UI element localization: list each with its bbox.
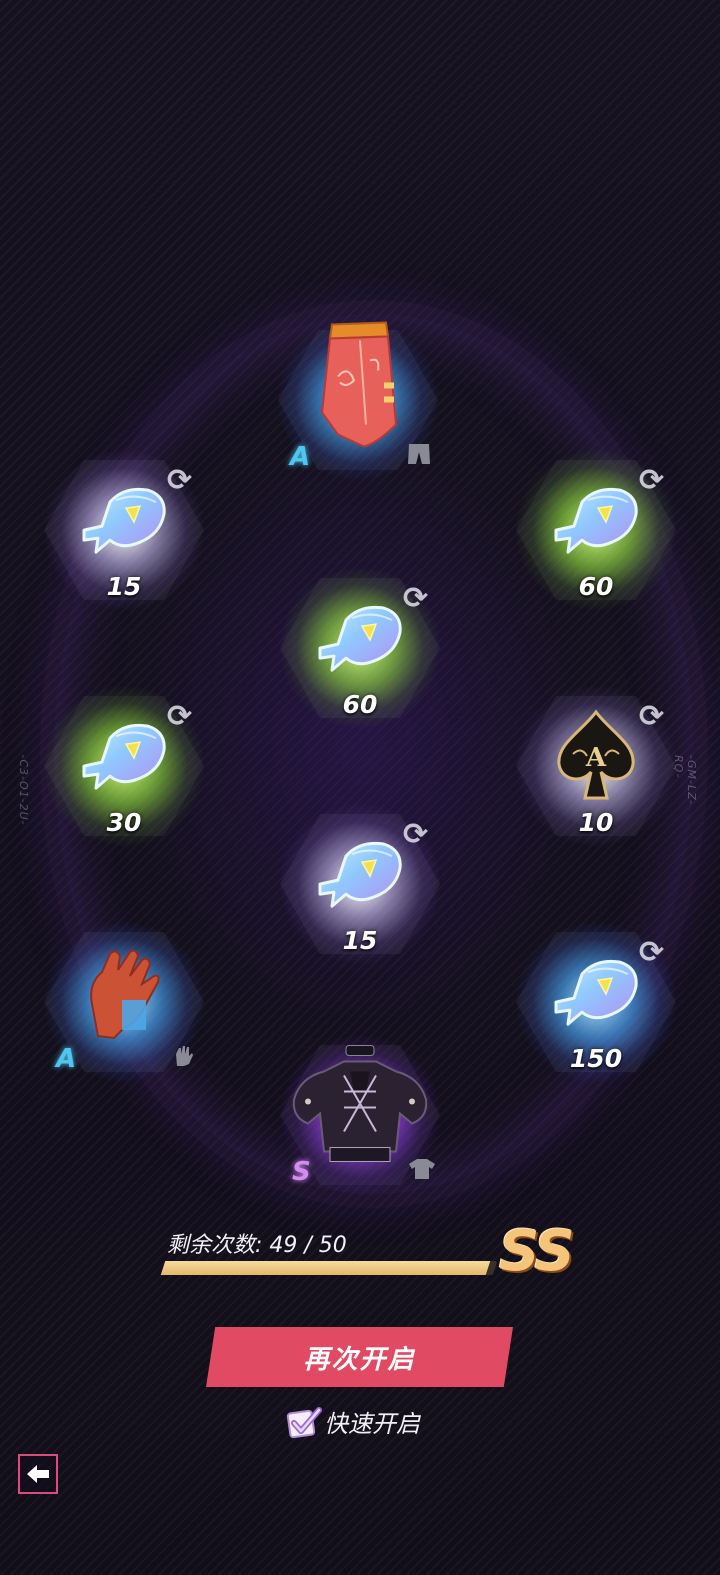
quick-open-label: 快速开启	[324, 1409, 420, 1438]
item-quantity: 150	[569, 1044, 623, 1073]
fish-icon	[312, 598, 408, 684]
refresh-icon[interactable]: ⟳	[639, 702, 664, 732]
open-again-button[interactable]: 再次开启	[206, 1327, 513, 1387]
item-quantity: 60	[342, 690, 378, 719]
back-button[interactable]	[18, 1454, 58, 1494]
skirt-icon	[308, 316, 408, 460]
pants-icon	[406, 442, 432, 470]
item-quantity: 60	[578, 572, 614, 601]
ace-spade-icon: A	[551, 708, 641, 808]
draw-status: 剩余次数: 49 / 50 SS	[160, 1219, 575, 1285]
fish-icon	[312, 834, 408, 920]
refresh-icon[interactable]: ⟳	[167, 466, 192, 496]
reward-slot-skirt[interactable]: A	[258, 300, 458, 500]
reward-slot-fish-top-right[interactable]: 60 ⟳	[496, 430, 696, 630]
quick-open-toggle[interactable]: 快速开启	[286, 1401, 420, 1441]
checkmark-icon[interactable]	[286, 1405, 322, 1439]
rank-badge: S	[292, 1157, 311, 1187]
progress-bar	[160, 1261, 498, 1275]
item-quantity: 15	[106, 572, 142, 601]
reward-slot-top-outfit[interactable]: S	[260, 1015, 460, 1215]
fish-icon	[76, 716, 172, 802]
refresh-icon[interactable]: ⟳	[639, 466, 664, 496]
item-quantity: 15	[342, 926, 378, 955]
refresh-icon[interactable]: ⟳	[403, 820, 428, 850]
shirt-icon	[408, 1157, 436, 1185]
reward-slot-ace-card[interactable]: A 10 ⟳	[496, 666, 696, 866]
rank-badge: A	[290, 442, 311, 472]
refresh-icon[interactable]: ⟳	[167, 702, 192, 732]
reward-slot-fish-left[interactable]: 30 ⟳	[24, 666, 224, 866]
glove-icon	[172, 1044, 196, 1072]
refresh-icon[interactable]: ⟳	[639, 938, 664, 968]
reward-slot-fish-center-top[interactable]: 60 ⟳	[260, 548, 460, 748]
progress-bar-fill	[160, 1261, 491, 1275]
reward-slot-fish-top-left[interactable]: 15 ⟳	[24, 430, 224, 630]
fish-icon	[548, 952, 644, 1038]
grade-badge: SS	[499, 1219, 575, 1284]
back-arrow-icon	[27, 1465, 49, 1483]
refresh-icon[interactable]: ⟳	[403, 584, 428, 614]
fish-icon	[548, 480, 644, 566]
top-icon	[280, 1031, 440, 1175]
reward-slot-glove[interactable]: A	[24, 902, 224, 1102]
reward-slot-fish-right-bottom[interactable]: 150 ⟳	[496, 902, 696, 1102]
fish-icon	[76, 480, 172, 566]
item-quantity: 30	[106, 808, 142, 837]
reward-slot-fish-center-bottom[interactable]: 15 ⟳	[260, 784, 460, 984]
item-quantity: 10	[578, 808, 614, 837]
rank-badge: A	[56, 1044, 77, 1074]
remaining-count-label: 剩余次数: 49 / 50	[167, 1233, 347, 1258]
glove-icon	[84, 944, 164, 1044]
svg-text:A: A	[585, 743, 607, 773]
